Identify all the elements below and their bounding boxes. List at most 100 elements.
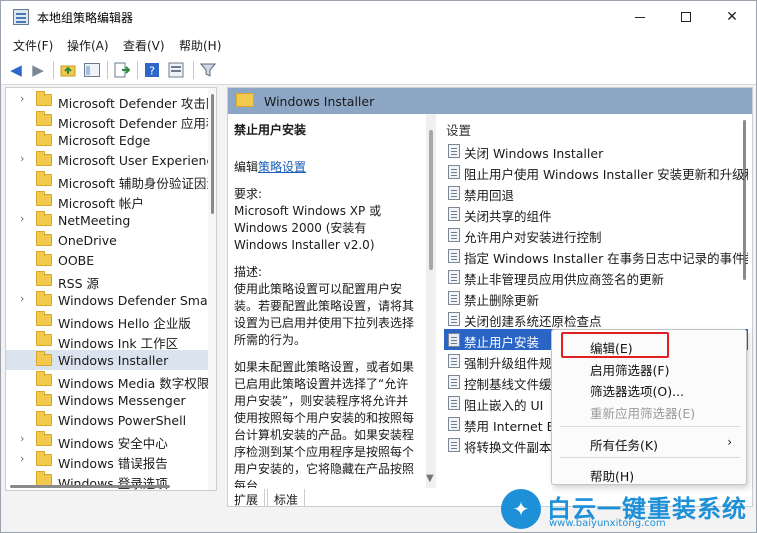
policy-setting-icon [448, 186, 460, 200]
setting-row[interactable]: 指定 Windows Installer 在事务日志中记录的事件类 [444, 245, 748, 266]
tree-item[interactable]: Windows Installer [6, 350, 208, 370]
tree-item-label: Microsoft 帐户 [58, 196, 144, 210]
policy-setting-icon [448, 354, 460, 368]
show-hide-tree-button[interactable] [83, 61, 101, 79]
setting-row[interactable]: 关闭创建系统还原检查点 [444, 308, 748, 329]
tree-item-label: Windows Defender Smart [58, 293, 208, 308]
tree-item[interactable]: › Windows Defender Smart [6, 290, 208, 310]
setting-label: 阻止用户使用 Windows Installer 安装更新和升级程 [464, 167, 748, 182]
setting-row[interactable]: 关闭 Windows Installer [444, 140, 748, 161]
tree-item[interactable]: Windows Messenger [6, 390, 208, 410]
setting-row[interactable]: 关闭共享的组件 [444, 203, 748, 224]
tree-item[interactable]: Windows PowerShell [6, 410, 208, 430]
setting-label: 关闭共享的组件 [464, 209, 552, 224]
tree-item-label: Windows Messenger [58, 393, 186, 408]
tree-item[interactable]: Windows Media 数字权限 [6, 370, 208, 390]
folder-icon [36, 131, 52, 146]
tree-item-label: Microsoft Defender 攻击防 [58, 96, 208, 110]
folder-icon [36, 451, 52, 466]
tree-horizontal-scrollbar[interactable] [6, 482, 208, 490]
policy-setting-icon [448, 396, 460, 410]
close-button[interactable]: ✕ [709, 1, 755, 33]
menu-view[interactable]: 查看(V) [123, 37, 165, 54]
tree-item-label: Microsoft User Experience [58, 153, 208, 168]
policy-setting-icon [448, 438, 460, 452]
settings-column-header[interactable]: 设置 [446, 120, 471, 139]
tree-item[interactable]: › Windows 安全中心 [6, 430, 208, 450]
tree-item[interactable]: Microsoft 辅助身份验证因素 [6, 170, 208, 190]
tree-item[interactable]: › Microsoft Defender 攻击防 [6, 90, 208, 110]
folder-icon [36, 291, 52, 306]
folder-icon [36, 391, 52, 406]
context-all-tasks[interactable]: 所有任务(K) [590, 435, 658, 454]
tree-item[interactable]: › Microsoft User Experience [6, 150, 208, 170]
setting-row[interactable]: 禁止删除更新 [444, 287, 748, 308]
tree-item[interactable]: › NetMeeting [6, 210, 208, 230]
folder-icon [36, 171, 52, 186]
tree-hscroll-thumb[interactable] [10, 485, 170, 488]
policy-setting-icon [448, 249, 460, 263]
tree-item[interactable]: OneDrive [6, 230, 208, 250]
setting-label: 控制基线文件缓存 [464, 377, 565, 392]
policy-setting-icon [448, 375, 460, 389]
folder-icon [36, 191, 52, 206]
tree-item-label: RSS 源 [58, 276, 100, 290]
help-button[interactable]: ? [143, 61, 161, 79]
policy-settings-link[interactable]: 策略设置 [258, 160, 306, 174]
menu-help[interactable]: 帮助(H) [179, 37, 221, 54]
tab-standard[interactable]: 标准 [267, 489, 306, 507]
maximize-button[interactable] [663, 1, 709, 33]
tree-item[interactable]: Microsoft Defender 应用程 [6, 110, 208, 130]
properties-button[interactable] [167, 61, 185, 79]
setting-row[interactable]: 禁止非管理员应用供应商签名的更新 [444, 266, 748, 287]
tree-item[interactable]: Microsoft Edge [6, 130, 208, 150]
export-list-button[interactable] [113, 61, 131, 79]
setting-label: 关闭 Windows Installer [464, 146, 604, 161]
tree-item[interactable]: Windows Ink 工作区 [6, 330, 208, 350]
help-icon: ? [145, 63, 159, 78]
tree-item[interactable]: RSS 源 [6, 270, 208, 290]
up-folder-button[interactable] [59, 61, 77, 79]
setting-row[interactable]: 禁用回退 [444, 182, 748, 203]
description-scrollbar[interactable]: ▼ [426, 114, 436, 488]
expand-chevron-icon[interactable]: › [20, 212, 24, 225]
export-icon [114, 62, 130, 78]
minimize-icon [635, 16, 645, 18]
tree-item[interactable]: Windows Hello 企业版 [6, 310, 208, 330]
context-help[interactable]: 帮助(H) [590, 466, 634, 485]
context-edit[interactable]: 编辑(E) [590, 338, 633, 357]
setting-label: 禁止用户安装 [464, 335, 540, 350]
svg-text:?: ? [149, 65, 155, 78]
folder-icon [36, 271, 52, 286]
tree-scrollbar[interactable] [208, 88, 216, 490]
setting-label: 关闭创建系统还原检查点 [464, 314, 602, 329]
setting-row[interactable]: 允许用户对安装进行控制 [444, 224, 748, 245]
minimize-button[interactable] [617, 1, 663, 33]
expand-chevron-icon[interactable]: › [20, 432, 24, 445]
tree-item-label: Microsoft Defender 应用程 [58, 116, 208, 130]
back-button[interactable]: ◀ [7, 61, 25, 79]
menu-file[interactable]: 文件(F) [13, 37, 53, 54]
expand-chevron-icon[interactable]: › [20, 452, 24, 465]
scroll-down-arrow-icon[interactable]: ▼ [426, 473, 434, 484]
requirements-text: Microsoft Windows XP 或 Windows 2000 (安装有… [234, 204, 382, 252]
tree-item[interactable]: › Windows 错误报告 [6, 450, 208, 470]
forward-button[interactable]: ▶ [29, 61, 47, 79]
setting-row[interactable]: 阻止用户使用 Windows Installer 安装更新和升级程 [444, 161, 748, 182]
tab-extended[interactable]: 扩展 [227, 489, 266, 507]
tree-item[interactable]: OOBE [6, 250, 208, 270]
edit-prefix: 编辑 [234, 160, 259, 174]
tree-item[interactable]: Microsoft 帐户 [6, 190, 208, 210]
policy-setting-icon [448, 144, 460, 158]
tree-scroll-thumb[interactable] [211, 94, 214, 214]
menu-action[interactable]: 操作(A) [67, 37, 109, 54]
expand-chevron-icon[interactable]: › [20, 292, 24, 305]
context-enable-filter[interactable]: 启用筛选器(F) [590, 360, 669, 379]
tree-item-label: Microsoft Edge [58, 133, 151, 148]
filter-button[interactable] [199, 61, 217, 79]
description-scroll-thumb[interactable] [429, 130, 433, 270]
context-filter-options[interactable]: 筛选器选项(O)... [590, 381, 684, 400]
expand-chevron-icon[interactable]: › [20, 152, 24, 165]
expand-chevron-icon[interactable]: › [20, 92, 24, 105]
details-header: Windows Installer [228, 88, 752, 114]
